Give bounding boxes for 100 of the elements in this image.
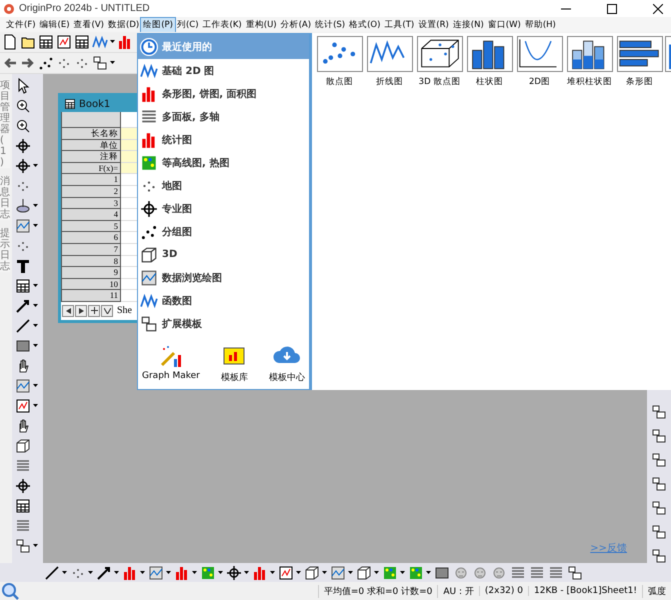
sheet-tab[interactable]: She <box>114 305 132 316</box>
chart-icon[interactable] <box>330 564 346 580</box>
caret-icon[interactable] <box>33 544 38 548</box>
caret-icon[interactable] <box>88 570 93 574</box>
caret-icon[interactable] <box>33 304 38 308</box>
document-icon[interactable] <box>2 34 18 50</box>
spreadsheet-icon[interactable] <box>74 34 90 50</box>
caret-icon[interactable] <box>244 570 249 574</box>
crosshair-icon[interactable] <box>226 564 242 580</box>
lines-icon[interactable] <box>15 458 31 474</box>
bar-chart-icon[interactable] <box>174 564 190 580</box>
bar-chart-thumbnail[interactable] <box>616 36 662 72</box>
menu-item[interactable]: 数据浏览绘图 <box>138 266 309 289</box>
rectangle-icon[interactable] <box>434 564 450 580</box>
bar-chart-icon[interactable] <box>117 34 133 50</box>
windows-icon[interactable] <box>651 404 667 420</box>
previous-sheet-button[interactable] <box>62 304 74 317</box>
caret-icon[interactable] <box>33 344 38 348</box>
menu-item[interactable]: 等高线图, 热图 <box>138 151 309 174</box>
windows-icon[interactable] <box>651 428 667 444</box>
stacked-column-thumbnail[interactable] <box>566 36 612 72</box>
menu-item[interactable]: 格式(O) <box>347 18 382 32</box>
caret-icon[interactable] <box>296 570 301 574</box>
caret-icon[interactable] <box>33 224 38 228</box>
caret-icon[interactable] <box>270 570 275 574</box>
lines-icon[interactable] <box>548 564 564 580</box>
mask-icon[interactable] <box>491 564 507 580</box>
crosshair-icon[interactable] <box>15 138 31 154</box>
windows-icon[interactable] <box>651 476 667 492</box>
arrow-icon[interactable] <box>96 564 112 580</box>
rectangle-icon[interactable] <box>15 338 31 354</box>
menu-item[interactable]: 基础 2D 图 <box>138 59 309 82</box>
3d-scatter-thumbnail[interactable] <box>416 36 462 72</box>
spreadsheet-icon[interactable] <box>15 498 31 514</box>
windows-icon[interactable] <box>651 500 667 516</box>
menu-item[interactable]: 多面板, 多轴 <box>138 105 309 128</box>
caret-icon[interactable] <box>33 164 38 168</box>
menu-item[interactable]: 函数图 <box>138 289 309 312</box>
maximize-icon[interactable] <box>607 4 617 14</box>
menu-item[interactable]: 地图 <box>138 174 309 197</box>
menu-item[interactable]: 条形图, 饼图, 面积图 <box>138 82 309 105</box>
crosshair-icon[interactable] <box>15 478 31 494</box>
zoom-icon[interactable] <box>15 98 31 114</box>
windows-icon[interactable] <box>651 524 667 540</box>
line-icon[interactable] <box>15 318 31 334</box>
template-tool[interactable]: Graph Maker <box>142 343 200 384</box>
caret-icon[interactable] <box>374 570 379 574</box>
windows-icon[interactable] <box>15 538 31 554</box>
menu-item[interactable]: 列(C) <box>174 18 201 32</box>
caret-icon[interactable] <box>33 404 38 408</box>
spreadsheet-icon[interactable] <box>15 278 31 294</box>
menu-item[interactable]: 查看(V) <box>72 18 106 32</box>
line-plot-thumbnail[interactable] <box>366 36 412 72</box>
side-tab[interactable]: 提示日志 <box>0 228 10 272</box>
add-sheet-button[interactable] <box>88 304 100 317</box>
menu-item[interactable]: 数据(D) <box>106 18 142 32</box>
menu-item[interactable]: 分析(A) <box>278 18 314 32</box>
text-tool-icon[interactable] <box>15 258 31 274</box>
spreadsheet-icon[interactable] <box>38 34 54 50</box>
caret-icon[interactable] <box>166 570 171 574</box>
zoom-icon[interactable] <box>15 118 31 134</box>
menu-item[interactable]: 窗口(W) <box>486 18 523 32</box>
menu-item[interactable]: 分组图 <box>138 220 309 243</box>
menu-item[interactable]: 重构(U) <box>244 18 279 32</box>
windows-icon[interactable] <box>651 452 667 468</box>
ellipse-icon[interactable] <box>15 198 31 214</box>
windows-icon[interactable] <box>567 564 583 580</box>
caret-icon[interactable] <box>110 61 115 65</box>
caret-icon[interactable] <box>33 324 38 328</box>
scatter-plot-thumbnail[interactable] <box>316 36 362 72</box>
heatmap-icon[interactable] <box>382 564 398 580</box>
caret-icon[interactable] <box>33 204 38 208</box>
caret-icon[interactable] <box>33 384 38 388</box>
next-sheet-button[interactable] <box>75 304 87 317</box>
bar-chart-icon[interactable] <box>252 564 268 580</box>
menu-item[interactable]: 统计图 <box>138 128 309 151</box>
heatmap-icon[interactable] <box>200 564 216 580</box>
caret-icon[interactable] <box>140 570 145 574</box>
caret-icon[interactable] <box>33 284 38 288</box>
menu-item[interactable]: 帮助(H) <box>522 18 558 32</box>
cube-icon[interactable] <box>304 564 320 580</box>
chart-icon[interactable] <box>15 378 31 394</box>
cube-icon[interactable] <box>356 564 372 580</box>
side-tab[interactable]: 项目管理器 (1) <box>0 80 10 168</box>
chart-icon[interactable] <box>148 564 164 580</box>
caret-icon[interactable] <box>426 570 431 574</box>
menu-item[interactable]: 扩展模板 <box>138 312 309 335</box>
graph-icon[interactable] <box>15 398 31 414</box>
menu-item[interactable]: 编辑(E) <box>38 18 72 32</box>
arrow-icon[interactable] <box>15 298 31 314</box>
graph-icon[interactable] <box>278 564 294 580</box>
lines-icon[interactable] <box>510 564 526 580</box>
line-icon[interactable] <box>44 564 60 580</box>
caret-icon[interactable] <box>322 570 327 574</box>
windows-icon[interactable] <box>651 548 667 564</box>
line-plot-icon[interactable] <box>92 34 108 50</box>
menu-item[interactable]: 3D <box>138 243 309 266</box>
caret-icon[interactable] <box>192 570 197 574</box>
caret-icon[interactable] <box>62 570 67 574</box>
template-tool[interactable]: 模板中心 <box>268 343 305 384</box>
